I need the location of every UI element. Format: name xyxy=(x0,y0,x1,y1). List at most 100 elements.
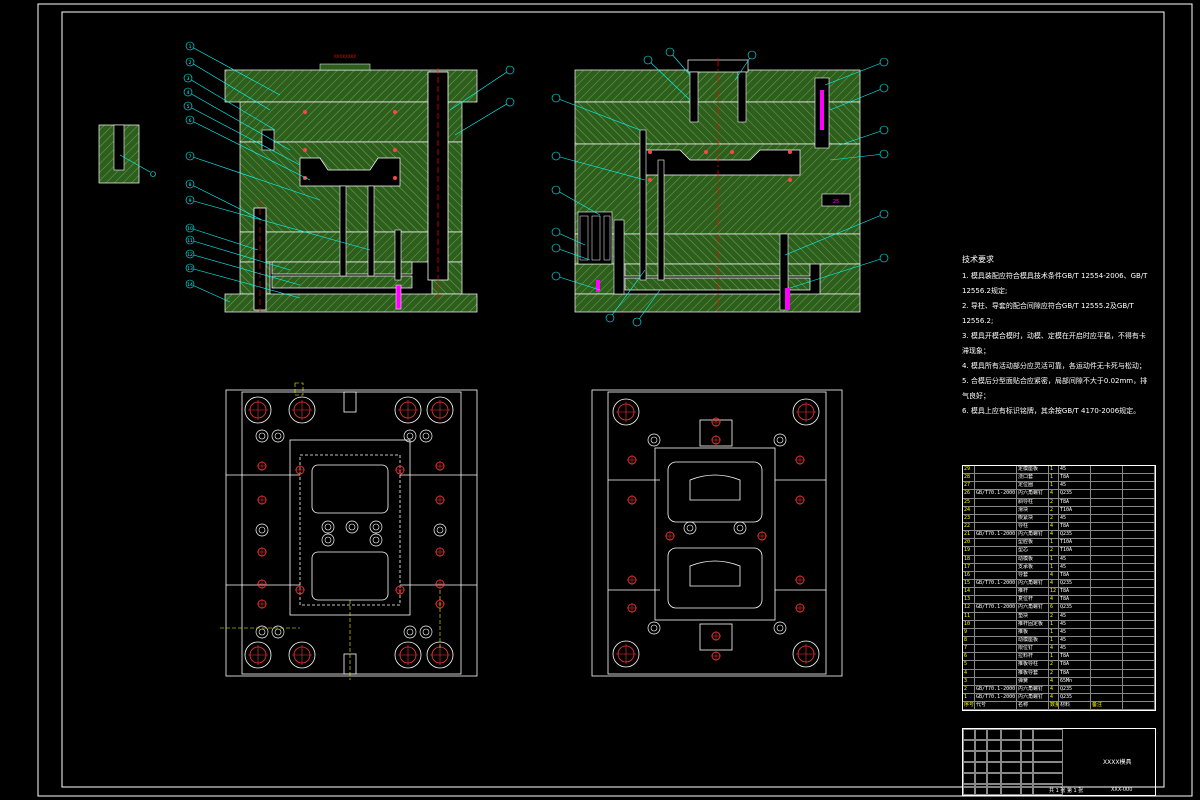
bom-cell-std: GB/T70.1-2000 xyxy=(976,579,1017,588)
bom-cell-name: 推杆固定板 xyxy=(1017,620,1049,628)
sheet-info: 共 1 张 第 1 张 xyxy=(1049,788,1084,794)
bom-cell-name: 导套 xyxy=(1017,571,1049,579)
bom-cell-mat: 45 xyxy=(1059,636,1091,645)
bom-row: 19 型芯 2 T10A xyxy=(963,547,1155,556)
part-balloon xyxy=(879,57,889,67)
bom-cell-std: 代号 xyxy=(975,702,1017,710)
bom-cell-name: 复位杆 xyxy=(1017,596,1049,604)
bom-cell-note xyxy=(1123,474,1155,482)
bom-cell-note xyxy=(1123,579,1155,588)
bom-cell-name: 斜导柱 xyxy=(1017,498,1049,506)
bolt-hole xyxy=(369,520,383,534)
bom-cell-name: 内六角螺钉 xyxy=(1017,579,1049,588)
bom-row: 9 推板 1 45 xyxy=(963,628,1155,637)
tech-req-item: 4. 模具所有活动部分应灵活可靠，各运动件无卡死与松动； xyxy=(962,362,1146,370)
part-number: 7 xyxy=(189,154,192,160)
bom-cell-note: 备注 xyxy=(1091,702,1123,710)
bolt-hole xyxy=(433,523,447,537)
bom-row: 25 斜导柱 2 T8A xyxy=(963,498,1155,507)
bom-cell-note xyxy=(1123,571,1155,579)
bom-cell-mat: Q235 xyxy=(1059,490,1091,498)
bom-cell-qty: 2 xyxy=(1049,661,1059,669)
bom-row: 16 导套 4 T8A xyxy=(963,571,1155,580)
bom-row: 6 拉料杆 1 T8A xyxy=(963,653,1155,662)
bom-cell-std xyxy=(975,588,1017,596)
bom-cell-mat: T8A xyxy=(1059,588,1091,596)
bom-cell-note xyxy=(1091,636,1123,645)
bom-cell-note xyxy=(1123,628,1155,636)
bom-cell-note xyxy=(1091,693,1123,702)
bolt-hole xyxy=(345,520,359,534)
bom-cell-qty: 4 xyxy=(1049,531,1059,539)
bom-cell-note xyxy=(1091,547,1123,555)
bom-cell-no: 3 xyxy=(963,677,975,685)
bom-cell-note xyxy=(1091,685,1123,693)
bom-cell-qty: 1 xyxy=(1049,482,1059,490)
bom-row: 10 推杆固定板 1 45 xyxy=(963,620,1155,629)
bom-cell-name: 定位圈 xyxy=(1017,482,1049,490)
bom-row: 17 支承板 1 45 xyxy=(963,563,1155,572)
bom-cell-note xyxy=(1123,522,1155,531)
bom-cell-mat: 45 xyxy=(1059,645,1091,653)
bom-cell-std xyxy=(975,653,1017,661)
bom-cell-name: 内六角螺钉 xyxy=(1017,490,1049,498)
bolt-hole xyxy=(369,533,383,547)
slide-label: 25 xyxy=(833,199,839,205)
technical-requirements: 技术要求 1. 模具装配应符合模具技术条件GB/T 12554-2006、GB/… xyxy=(962,252,1152,419)
bom-cell-name: 内六角螺钉 xyxy=(1017,693,1049,702)
bolt-hole xyxy=(419,625,433,639)
bom-row: 18 动模板 1 45 xyxy=(963,555,1155,564)
bom-cell-note xyxy=(1091,571,1123,579)
bom-cell-mat: T8A xyxy=(1059,596,1091,604)
bom-cell-qty: 2 xyxy=(1049,612,1059,620)
bom-cell-note xyxy=(1123,555,1155,563)
bom-cell-std xyxy=(975,677,1017,685)
bom-cell-mat: Q235 xyxy=(1059,693,1091,702)
bom-cell-name: 推板导柱 xyxy=(1017,661,1049,669)
bom-cell-note xyxy=(1091,522,1123,531)
title-block-grid xyxy=(963,729,1063,795)
bom-cell-no: 6 xyxy=(963,653,975,661)
bill-of-materials: 29 定模座板 1 45 28 浇口套 1 T8A 27 定位圈 1 45 26 GB/T70.1-200… xyxy=(962,465,1156,712)
bom-cell-std xyxy=(975,522,1017,531)
part-balloon xyxy=(551,93,561,103)
bom-cell-qty: 4 xyxy=(1049,596,1059,604)
bom-cell-name: 弹簧 xyxy=(1017,677,1049,685)
bom-cell-note xyxy=(1123,685,1155,693)
bom-cell-name: 内六角螺钉 xyxy=(1017,604,1049,612)
drawing-code: XXX-000 xyxy=(1111,787,1133,793)
bom-cell-mat: 45 xyxy=(1059,620,1091,628)
bom-cell-no: 17 xyxy=(963,563,975,571)
bom-cell-no: 25 xyxy=(963,498,975,506)
bom-cell-mat: T10A xyxy=(1059,547,1091,555)
bom-cell-mat: T8A xyxy=(1059,571,1091,579)
bom-cell-qty: 6 xyxy=(1049,604,1059,612)
bom-cell-mat: 65Mn xyxy=(1059,677,1091,685)
bom-cell-note xyxy=(1091,555,1123,563)
bom-cell-std: GB/T70.1-2000 xyxy=(976,531,1017,539)
bom-cell-note xyxy=(1123,636,1155,645)
bom-cell-note xyxy=(1091,645,1123,653)
part-number: 12 xyxy=(187,252,193,258)
bom-cell-no: 序号 xyxy=(964,702,975,710)
bom-cell-no: 1 xyxy=(963,693,975,702)
bom-cell-note xyxy=(1091,677,1123,685)
bom-cell-name: 楔紧块 xyxy=(1017,514,1049,522)
bom-cell-qty: 4 xyxy=(1049,522,1059,531)
bom-cell-note xyxy=(1091,579,1123,588)
bom-cell-qty: 1 xyxy=(1049,653,1059,661)
bom-cell-mat: T8A xyxy=(1059,661,1091,669)
part-number: 5 xyxy=(187,104,190,110)
bom-cell-mat: T8A xyxy=(1059,653,1091,661)
bom-cell-qty: 2 xyxy=(1049,669,1059,677)
bom-cell-no: 26 xyxy=(963,490,975,498)
bom-cell-std xyxy=(975,571,1017,579)
bolt-hole xyxy=(403,625,417,639)
bom-cell-name: 推板 xyxy=(1017,628,1049,636)
bom-cell-note xyxy=(1091,653,1123,661)
bom-cell-note xyxy=(1123,531,1155,539)
bom-cell-mat: 45 xyxy=(1059,612,1091,620)
bom-cell-no: 24 xyxy=(963,506,975,514)
part-balloon xyxy=(879,125,889,135)
tech-req-item: 3. 模具开模合模时，动模、定模在开启时应平稳，不得有卡滞现象； xyxy=(962,332,1146,355)
